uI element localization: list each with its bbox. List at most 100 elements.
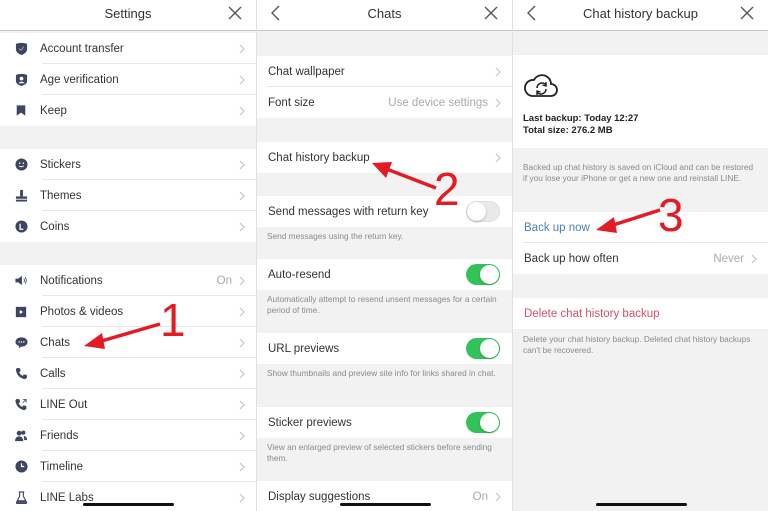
row-value: On	[216, 274, 232, 287]
page-title: Chats	[367, 6, 402, 21]
phone-icon	[14, 367, 28, 381]
chevron-right-icon	[239, 493, 245, 502]
chevron-right-icon	[239, 106, 245, 115]
chevron-right-icon	[751, 254, 757, 263]
send-return-note: Send messages using the return key.	[267, 231, 404, 241]
chats-navbar: Chats	[257, 0, 512, 31]
send-return-row: Send messages with return key	[257, 196, 512, 227]
friends-icon	[14, 429, 28, 443]
settings-item-coins[interactable]: Coins	[0, 211, 256, 242]
settings-item-friends[interactable]: Friends	[0, 420, 256, 451]
row-label: Stickers	[40, 158, 81, 171]
sticker-previews-row: Sticker previews	[257, 407, 512, 438]
smiley-icon	[14, 158, 28, 172]
chat-bubble-icon	[14, 336, 28, 350]
annotation-arrow-1	[84, 322, 161, 349]
row-label: Age verification	[40, 73, 119, 86]
chevron-right-icon	[239, 431, 245, 440]
font-size-value: Use device settings	[388, 96, 488, 109]
chevron-right-icon	[239, 400, 245, 409]
annotation-arrow-2	[372, 162, 437, 190]
settings-item-stickers[interactable]: Stickers	[0, 149, 256, 180]
total-size-text: Total size: 276.2 MB	[523, 125, 613, 136]
settings-item-line-labs[interactable]: LINE Labs	[0, 482, 256, 511]
cloud-sync-icon	[524, 74, 558, 97]
url-previews-row: URL previews	[257, 333, 512, 364]
clock-icon	[14, 460, 28, 474]
display-suggestions-value: On	[472, 490, 488, 503]
font-size-row[interactable]: Font size Use device settings	[257, 87, 512, 118]
auto-resend-toggle[interactable]	[466, 264, 500, 285]
row-label: Keep	[40, 104, 67, 117]
bookmark-icon	[14, 104, 28, 118]
chats-panel: Chats Chat wallpaper Font size Use devic…	[256, 0, 512, 511]
close-icon[interactable]	[228, 6, 242, 20]
settings-item-calls[interactable]: Calls	[0, 358, 256, 389]
row-label: Account transfer	[40, 42, 124, 55]
auto-resend-note: Automatically attempt to resend unsent m…	[267, 294, 497, 315]
settings-item-account-transfer[interactable]: Account transfer	[0, 33, 256, 64]
backup-status-card: Last backup: Today 12:27 Total size: 276…	[513, 55, 768, 148]
chevron-right-icon	[239, 462, 245, 471]
backup-navbar: Chat history backup	[513, 0, 768, 31]
chevron-right-icon	[239, 307, 245, 316]
settings-item-themes[interactable]: Themes	[0, 180, 256, 211]
chevron-right-icon	[495, 153, 501, 162]
chevron-right-icon	[239, 44, 245, 53]
speaker-icon	[14, 274, 28, 288]
settings-item-timeline[interactable]: Timeline	[0, 451, 256, 482]
toggle-knob	[480, 413, 499, 432]
last-backup-text: Last backup: Today 12:27	[523, 113, 639, 124]
backup-panel: Chat history backup Last backup: Today 1…	[512, 0, 768, 511]
phone-out-icon	[14, 398, 28, 412]
back-up-frequency-value: Never	[713, 252, 744, 265]
coin-icon	[14, 220, 28, 234]
settings-panel: Settings Account transfer Age verificatio…	[0, 0, 256, 511]
send-return-toggle[interactable]	[466, 201, 500, 222]
row-label: Font size	[268, 96, 315, 109]
chevron-right-icon	[239, 191, 245, 200]
close-icon[interactable]	[484, 6, 498, 20]
chat-wallpaper-row[interactable]: Chat wallpaper	[257, 56, 512, 87]
settings-item-keep[interactable]: Keep	[0, 95, 256, 126]
backup-info: Last backup: Today 12:27 Total size: 276…	[523, 113, 638, 137]
chevron-right-icon	[239, 160, 245, 169]
brush-icon	[14, 189, 28, 203]
display-suggestions-row[interactable]: Display suggestions On	[257, 481, 512, 511]
toggle-knob	[480, 265, 499, 284]
page-title: Chat history backup	[583, 6, 698, 21]
chevron-right-icon	[495, 67, 501, 76]
home-indicator	[340, 503, 431, 506]
delete-backup-button[interactable]: Delete chat history backup	[513, 298, 768, 329]
sticker-previews-toggle[interactable]	[466, 412, 500, 433]
settings-item-notifications[interactable]: Notifications On	[0, 265, 256, 296]
url-previews-note: Show thumbnails and preview site info fo…	[267, 368, 496, 378]
close-icon[interactable]	[740, 6, 754, 20]
play-icon	[14, 305, 28, 319]
settings-item-age-verification[interactable]: Age verification	[0, 64, 256, 95]
id-shield-icon	[14, 73, 28, 87]
row-label: Display suggestions	[268, 490, 371, 503]
row-label: Auto-resend	[268, 268, 331, 281]
back-up-how-often-row[interactable]: Back up how often Never	[513, 243, 768, 274]
home-indicator	[596, 503, 687, 506]
settings-navbar: Settings	[0, 0, 256, 31]
delete-backup-note: Delete your chat history backup. Deleted…	[523, 334, 751, 355]
chevron-right-icon	[495, 98, 501, 107]
toggle-knob	[480, 339, 499, 358]
row-label: Themes	[40, 189, 82, 202]
chevron-right-icon	[495, 492, 501, 501]
row-label: URL previews	[268, 342, 340, 355]
annotation-arrow-3	[596, 208, 661, 233]
chevron-right-icon	[239, 222, 245, 231]
row-label: Timeline	[40, 460, 84, 473]
delete-backup-label: Delete chat history backup	[524, 307, 660, 320]
row-label: Notifications	[40, 274, 103, 287]
chevron-right-icon	[239, 75, 245, 84]
row-label: Photos & videos	[40, 305, 124, 318]
url-previews-toggle[interactable]	[466, 338, 500, 359]
chevron-right-icon	[239, 338, 245, 347]
row-label: Friends	[40, 429, 79, 442]
settings-item-line-out[interactable]: LINE Out	[0, 389, 256, 420]
backup-info-note: Backed up chat history is saved on iClou…	[523, 162, 754, 183]
